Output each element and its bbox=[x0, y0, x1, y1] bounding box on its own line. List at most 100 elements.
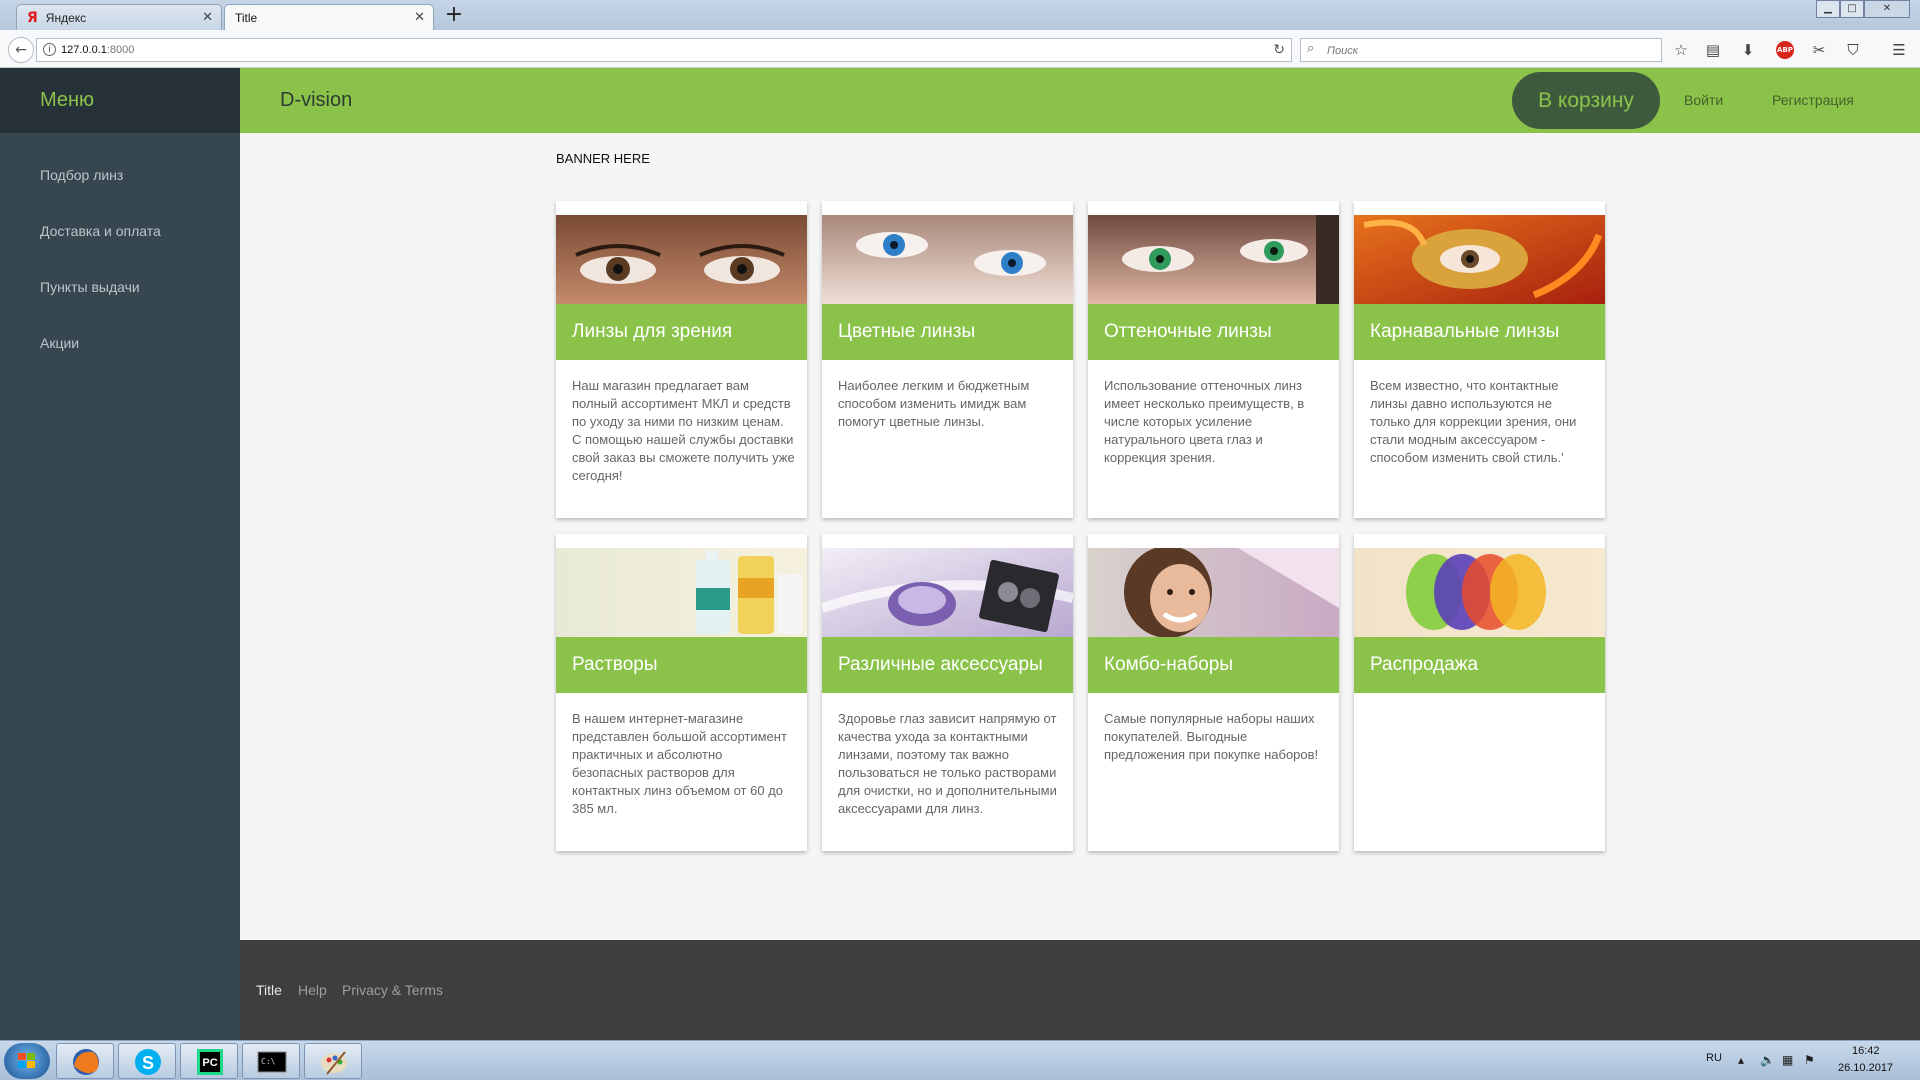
card-description: Наш магазин предлагает вам полный ассорт… bbox=[572, 378, 795, 483]
banner-placeholder: BANNER HERE bbox=[556, 151, 650, 166]
action-center-icon[interactable]: ⚑ bbox=[1804, 1053, 1815, 1067]
main-content: BANNER HERE Линзы для зрения Наш магазин… bbox=[240, 133, 1920, 940]
windows-logo-icon bbox=[18, 1053, 36, 1069]
tab-label: Яндекс bbox=[45, 10, 87, 25]
skype-icon: S bbox=[135, 1049, 161, 1075]
reload-icon[interactable]: ↻ bbox=[1273, 39, 1285, 61]
card-description: Всем известно, что контактные линзы давн… bbox=[1370, 378, 1577, 465]
minimize-window-button[interactable]: ▁ bbox=[1816, 0, 1840, 18]
sidebar-item-promotions[interactable]: Акции bbox=[0, 315, 240, 371]
blue-eyes-image bbox=[822, 215, 1073, 304]
network-icon[interactable]: ▦ bbox=[1782, 1053, 1793, 1067]
sidebar: Меню Подбор линз Доставка и оплата Пункт… bbox=[0, 68, 240, 1040]
footer-link-help[interactable]: Help bbox=[298, 982, 327, 998]
svg-text:S: S bbox=[142, 1053, 154, 1073]
tray-expand-icon[interactable]: ▴ bbox=[1738, 1053, 1744, 1067]
browser-toolbar: ← i 127.0.0.1:8000 ↻ ⌕ ☆ ▤ ⬇ ABP ✂ ⛉ ☰ bbox=[0, 30, 1920, 68]
footer-link-title[interactable]: Title bbox=[256, 982, 282, 998]
screenshot-icon[interactable]: ✂ bbox=[1808, 39, 1830, 61]
category-card-combo-sets[interactable]: Комбо-наборы Самые популярные наборы наш… bbox=[1088, 534, 1339, 851]
card-title: Распродажа bbox=[1354, 637, 1605, 693]
url-host: 127.0.0.1 bbox=[61, 44, 107, 56]
browser-search-box[interactable]: ⌕ bbox=[1300, 38, 1662, 62]
card-title: Линзы для зрения bbox=[556, 304, 807, 360]
windows-taskbar: S PC C:\ RU ▴ 🔈 ▦ ⚑ 16:42 26.10.2017 bbox=[0, 1040, 1920, 1080]
close-tab-icon[interactable]: ✕ bbox=[414, 10, 425, 25]
register-link[interactable]: Регистрация bbox=[1772, 68, 1854, 133]
download-icon[interactable]: ⬇ bbox=[1737, 39, 1759, 61]
svg-text:PC: PC bbox=[202, 1057, 217, 1069]
maximize-window-button[interactable]: □ bbox=[1840, 0, 1864, 18]
card-title: Карнавальные линзы bbox=[1354, 304, 1605, 360]
close-tab-icon[interactable]: ✕ bbox=[202, 10, 213, 25]
card-title: Цветные линзы bbox=[822, 304, 1073, 360]
category-card-accessories[interactable]: Различные аксессуары Здоровье глаз завис… bbox=[822, 534, 1073, 851]
new-tab-button[interactable]: + bbox=[442, 4, 466, 28]
pycharm-taskbar-button[interactable]: PC bbox=[180, 1043, 238, 1079]
colored-lenses-image bbox=[1354, 548, 1605, 637]
shield-icon[interactable]: ⛉ bbox=[1842, 39, 1864, 61]
category-card-sale[interactable]: Распродажа bbox=[1354, 534, 1605, 851]
tab-yandex[interactable]: Я Яндекс ✕ bbox=[16, 4, 222, 30]
bookmark-star-icon[interactable]: ☆ bbox=[1670, 39, 1692, 61]
back-button[interactable]: ← bbox=[8, 37, 34, 63]
solution-bottles-image bbox=[556, 548, 807, 637]
sidebar-item-pickup-points[interactable]: Пункты выдачи bbox=[0, 259, 240, 315]
category-card-solutions[interactable]: Растворы В нашем интернет-магазине предс… bbox=[556, 534, 807, 851]
smiling-woman-image bbox=[1088, 548, 1339, 637]
volume-icon[interactable]: 🔈 bbox=[1760, 1053, 1775, 1067]
firefox-icon bbox=[73, 1049, 99, 1075]
search-input[interactable] bbox=[1327, 42, 1647, 59]
card-title: Растворы bbox=[556, 637, 807, 693]
url-port: :8000 bbox=[106, 44, 135, 56]
firefox-taskbar-button[interactable] bbox=[56, 1043, 114, 1079]
category-card-carnival-lenses[interactable]: Карнавальные линзы Всем известно, что ко… bbox=[1354, 201, 1605, 518]
category-card-tint-lenses[interactable]: Оттеночные линзы Использование оттеночны… bbox=[1088, 201, 1339, 518]
menu-hamburger-icon[interactable]: ☰ bbox=[1888, 39, 1910, 61]
input-language[interactable]: RU bbox=[1706, 1052, 1722, 1064]
close-window-button[interactable]: ✕ bbox=[1864, 0, 1910, 18]
skype-taskbar-button[interactable]: S bbox=[118, 1043, 176, 1079]
site-brand[interactable]: D-vision bbox=[280, 68, 352, 133]
cmd-taskbar-button[interactable]: C:\ bbox=[242, 1043, 300, 1079]
adblock-plus-icon[interactable]: ABP bbox=[1776, 41, 1794, 59]
card-description: В нашем интернет-магазине представлен бо… bbox=[572, 711, 787, 816]
lens-case-image bbox=[822, 548, 1073, 637]
yandex-icon: Я bbox=[27, 9, 38, 26]
clock-date[interactable]: 26.10.2017 bbox=[1838, 1062, 1893, 1074]
card-title: Различные аксессуары bbox=[822, 637, 1073, 693]
search-icon: ⌕ bbox=[1307, 41, 1315, 56]
card-title: Комбо-наборы bbox=[1088, 637, 1339, 693]
category-card-vision-lenses[interactable]: Линзы для зрения Наш магазин предлагает … bbox=[556, 201, 807, 518]
card-description: Здоровье глаз зависит напрямую от качест… bbox=[838, 711, 1057, 816]
cart-button[interactable]: В корзину bbox=[1512, 72, 1660, 129]
info-icon[interactable]: i bbox=[43, 43, 56, 56]
login-link[interactable]: Войти bbox=[1684, 68, 1723, 133]
sidebar-title: Меню bbox=[0, 68, 240, 133]
reading-list-icon[interactable]: ▤ bbox=[1702, 39, 1724, 61]
card-description: Использование оттеночных линз имеет неск… bbox=[1104, 378, 1305, 465]
browser-tab-strip: Я Яндекс ✕ Title ✕ + ▁ □ ✕ bbox=[0, 0, 1920, 30]
clock-time[interactable]: 16:42 bbox=[1852, 1045, 1880, 1057]
site-footer: Title Help Privacy & Terms bbox=[240, 940, 1920, 1040]
pycharm-icon: PC bbox=[197, 1049, 223, 1075]
green-eyes-image bbox=[1088, 215, 1339, 304]
paint-icon bbox=[321, 1051, 347, 1075]
card-description: Наиболее легким и бюджетным способом изм… bbox=[838, 378, 1030, 429]
carnival-mask-image bbox=[1354, 215, 1605, 304]
paint-taskbar-button[interactable] bbox=[304, 1043, 362, 1079]
tab-label: Title bbox=[235, 10, 258, 25]
footer-link-privacy-terms[interactable]: Privacy & Terms bbox=[342, 982, 443, 998]
sidebar-item-lens-selection[interactable]: Подбор линз bbox=[0, 147, 240, 203]
svg-text:C:\: C:\ bbox=[261, 1057, 276, 1066]
card-description: Самые популярные наборы наших покупателе… bbox=[1104, 711, 1319, 762]
address-bar[interactable]: i 127.0.0.1:8000 ↻ bbox=[36, 38, 1292, 62]
eyes-image bbox=[556, 215, 807, 304]
category-card-color-lenses[interactable]: Цветные линзы Наиболее легким и бюджетны… bbox=[822, 201, 1073, 518]
sidebar-item-delivery[interactable]: Доставка и оплата bbox=[0, 203, 240, 259]
start-button[interactable] bbox=[4, 1043, 50, 1079]
site-header: D-vision В корзину Войти Регистрация bbox=[240, 68, 1920, 133]
tab-title[interactable]: Title ✕ bbox=[224, 4, 434, 30]
sidebar-menu: Подбор линз Доставка и оплата Пункты выд… bbox=[0, 133, 240, 371]
terminal-icon: C:\ bbox=[257, 1051, 287, 1073]
